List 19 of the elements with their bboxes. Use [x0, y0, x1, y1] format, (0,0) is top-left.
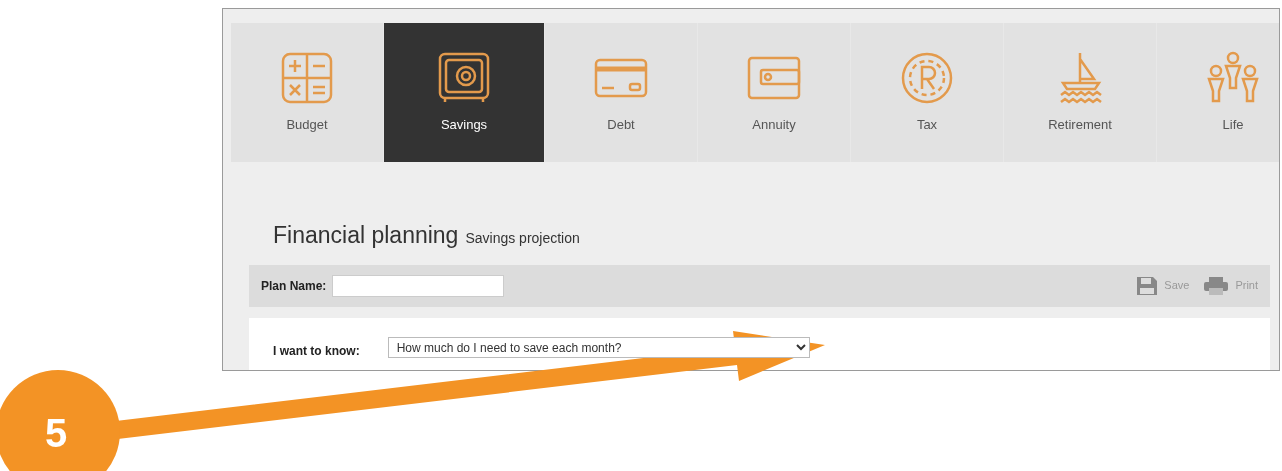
step-number: 5 — [44, 411, 68, 455]
category-tab[interactable]: Retirement — [1004, 23, 1157, 162]
plan-name-field[interactable] — [332, 274, 505, 297]
category-tab[interactable]: Savings — [384, 23, 545, 162]
page-title: Financial planning — [273, 221, 459, 250]
print-icon — [1203, 275, 1230, 296]
category-tab[interactable]: Life — [1157, 23, 1279, 162]
calculator-icon — [280, 50, 334, 105]
question-label: I want to know: — [273, 342, 360, 360]
category-tab[interactable]: Debt — [545, 23, 698, 162]
plan-name-label: Plan Name: — [261, 277, 327, 295]
people-icon — [1206, 50, 1260, 105]
question-dropdown[interactable]: How much do I need to save each month? — [387, 337, 810, 358]
category-tab[interactable]: Tax — [851, 23, 1004, 162]
save-icon — [1136, 275, 1159, 296]
coin-icon — [900, 50, 954, 105]
page-subtitle: Savings projection — [465, 229, 580, 248]
safe-icon — [437, 50, 491, 105]
category-tab[interactable]: Annuity — [698, 23, 851, 162]
